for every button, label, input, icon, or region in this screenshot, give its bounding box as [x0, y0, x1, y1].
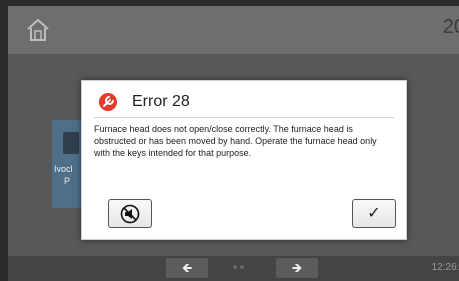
dialog-divider	[94, 117, 394, 118]
next-button[interactable]: 🡺	[276, 258, 318, 278]
mute-icon	[120, 204, 140, 224]
program-tile-line2: P	[64, 176, 71, 186]
bottom-bar: 🡸 🡺 12:26:2	[8, 256, 459, 281]
dialog-title: Error 28	[132, 93, 190, 110]
page-dot	[240, 265, 244, 269]
header-number: 20	[442, 16, 459, 38]
confirm-button[interactable]: ✓	[352, 199, 396, 228]
top-bar: 20	[8, 6, 459, 54]
furnace-screen: 20 Ivocl P 🡸 🡺 12:26:2 Error 28 Furnace …	[8, 6, 459, 281]
error-message: Furnace head does not open/close correct…	[94, 124, 377, 158]
page-indicator	[233, 265, 247, 271]
mute-sound-button[interactable]	[108, 199, 152, 228]
error-dialog: Error 28 Furnace head does not open/clos…	[81, 80, 407, 240]
clock: 12:26:2	[431, 262, 459, 273]
program-icon	[63, 132, 79, 154]
home-icon[interactable]	[24, 16, 52, 44]
previous-button[interactable]: 🡸	[166, 258, 208, 278]
page-dot	[233, 265, 237, 269]
program-tile-line1: Ivocl	[54, 164, 73, 174]
check-icon: ✓	[367, 205, 381, 222]
error-wrench-icon	[98, 92, 118, 112]
